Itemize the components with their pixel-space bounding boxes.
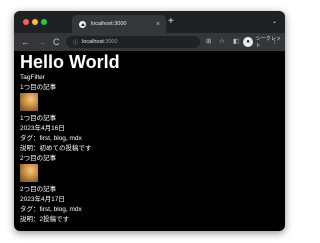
url-host: localhost xyxy=(82,39,104,45)
tag-filter[interactable]: TagFilter xyxy=(20,73,279,83)
address-bar[interactable]: ⓘ localhost :3000 xyxy=(66,36,200,48)
url-port: :3000 xyxy=(103,39,118,45)
page-content: Hello World TagFilter 1つ目の記事 1つ目の記事 2023… xyxy=(14,51,285,225)
post-date: 2023年4月16日 xyxy=(20,125,65,132)
back-arrow-icon[interactable]: ← xyxy=(21,33,30,51)
post-tags: タグ：first, blog, mdx xyxy=(20,206,82,213)
close-window-button[interactable] xyxy=(23,19,29,25)
page-title: Hello World xyxy=(20,52,120,72)
forward-arrow-icon[interactable]: → xyxy=(37,33,46,51)
incognito-icon: ● xyxy=(243,37,253,47)
maximize-window-button[interactable] xyxy=(41,19,47,25)
translate-icon[interactable]: ⊞ xyxy=(206,37,211,47)
browser-window: localhost:3000 × + ⌄ ← → C ⓘ localhost :… xyxy=(14,11,285,231)
post-title[interactable]: 2つ目の記事 xyxy=(20,185,279,195)
post-date: 2023年4月17日 xyxy=(20,196,65,203)
reload-icon[interactable]: C xyxy=(53,33,60,51)
post-link[interactable]: 1つ目の記事 xyxy=(20,83,279,93)
post-link[interactable]: 2つ目の記事 xyxy=(20,154,279,164)
post-tags: タグ：first, blog, mdx xyxy=(20,135,82,142)
info-icon[interactable]: ⓘ xyxy=(73,39,78,46)
tab-title: localhost:3000 xyxy=(91,21,127,27)
tab-bar: localhost:3000 × + ⌄ xyxy=(14,11,285,33)
minimize-window-button[interactable] xyxy=(32,19,38,25)
favicon-icon xyxy=(79,20,86,28)
post-description: 説明：2投稿です xyxy=(20,216,70,223)
post-description: 説明：初めての投稿です xyxy=(20,145,92,152)
post-title[interactable]: 1つ目の記事 xyxy=(20,114,279,124)
tab-close-icon[interactable]: × xyxy=(156,21,160,28)
browser-toolbar: ← → C ⓘ localhost :3000 ⊞ ☆ ◧ ● シークレット ⋮ xyxy=(14,33,285,51)
more-icon[interactable]: ⋮ xyxy=(271,37,278,47)
side-panel-icon[interactable]: ◧ xyxy=(233,37,239,47)
post-thumbnail[interactable] xyxy=(20,164,38,182)
tab-search-icon[interactable]: ⌄ xyxy=(272,17,277,27)
browser-tab[interactable]: localhost:3000 × xyxy=(72,15,166,33)
star-icon[interactable]: ☆ xyxy=(219,37,225,47)
post-thumbnail[interactable] xyxy=(20,93,38,111)
new-tab-button[interactable]: + xyxy=(168,16,174,28)
